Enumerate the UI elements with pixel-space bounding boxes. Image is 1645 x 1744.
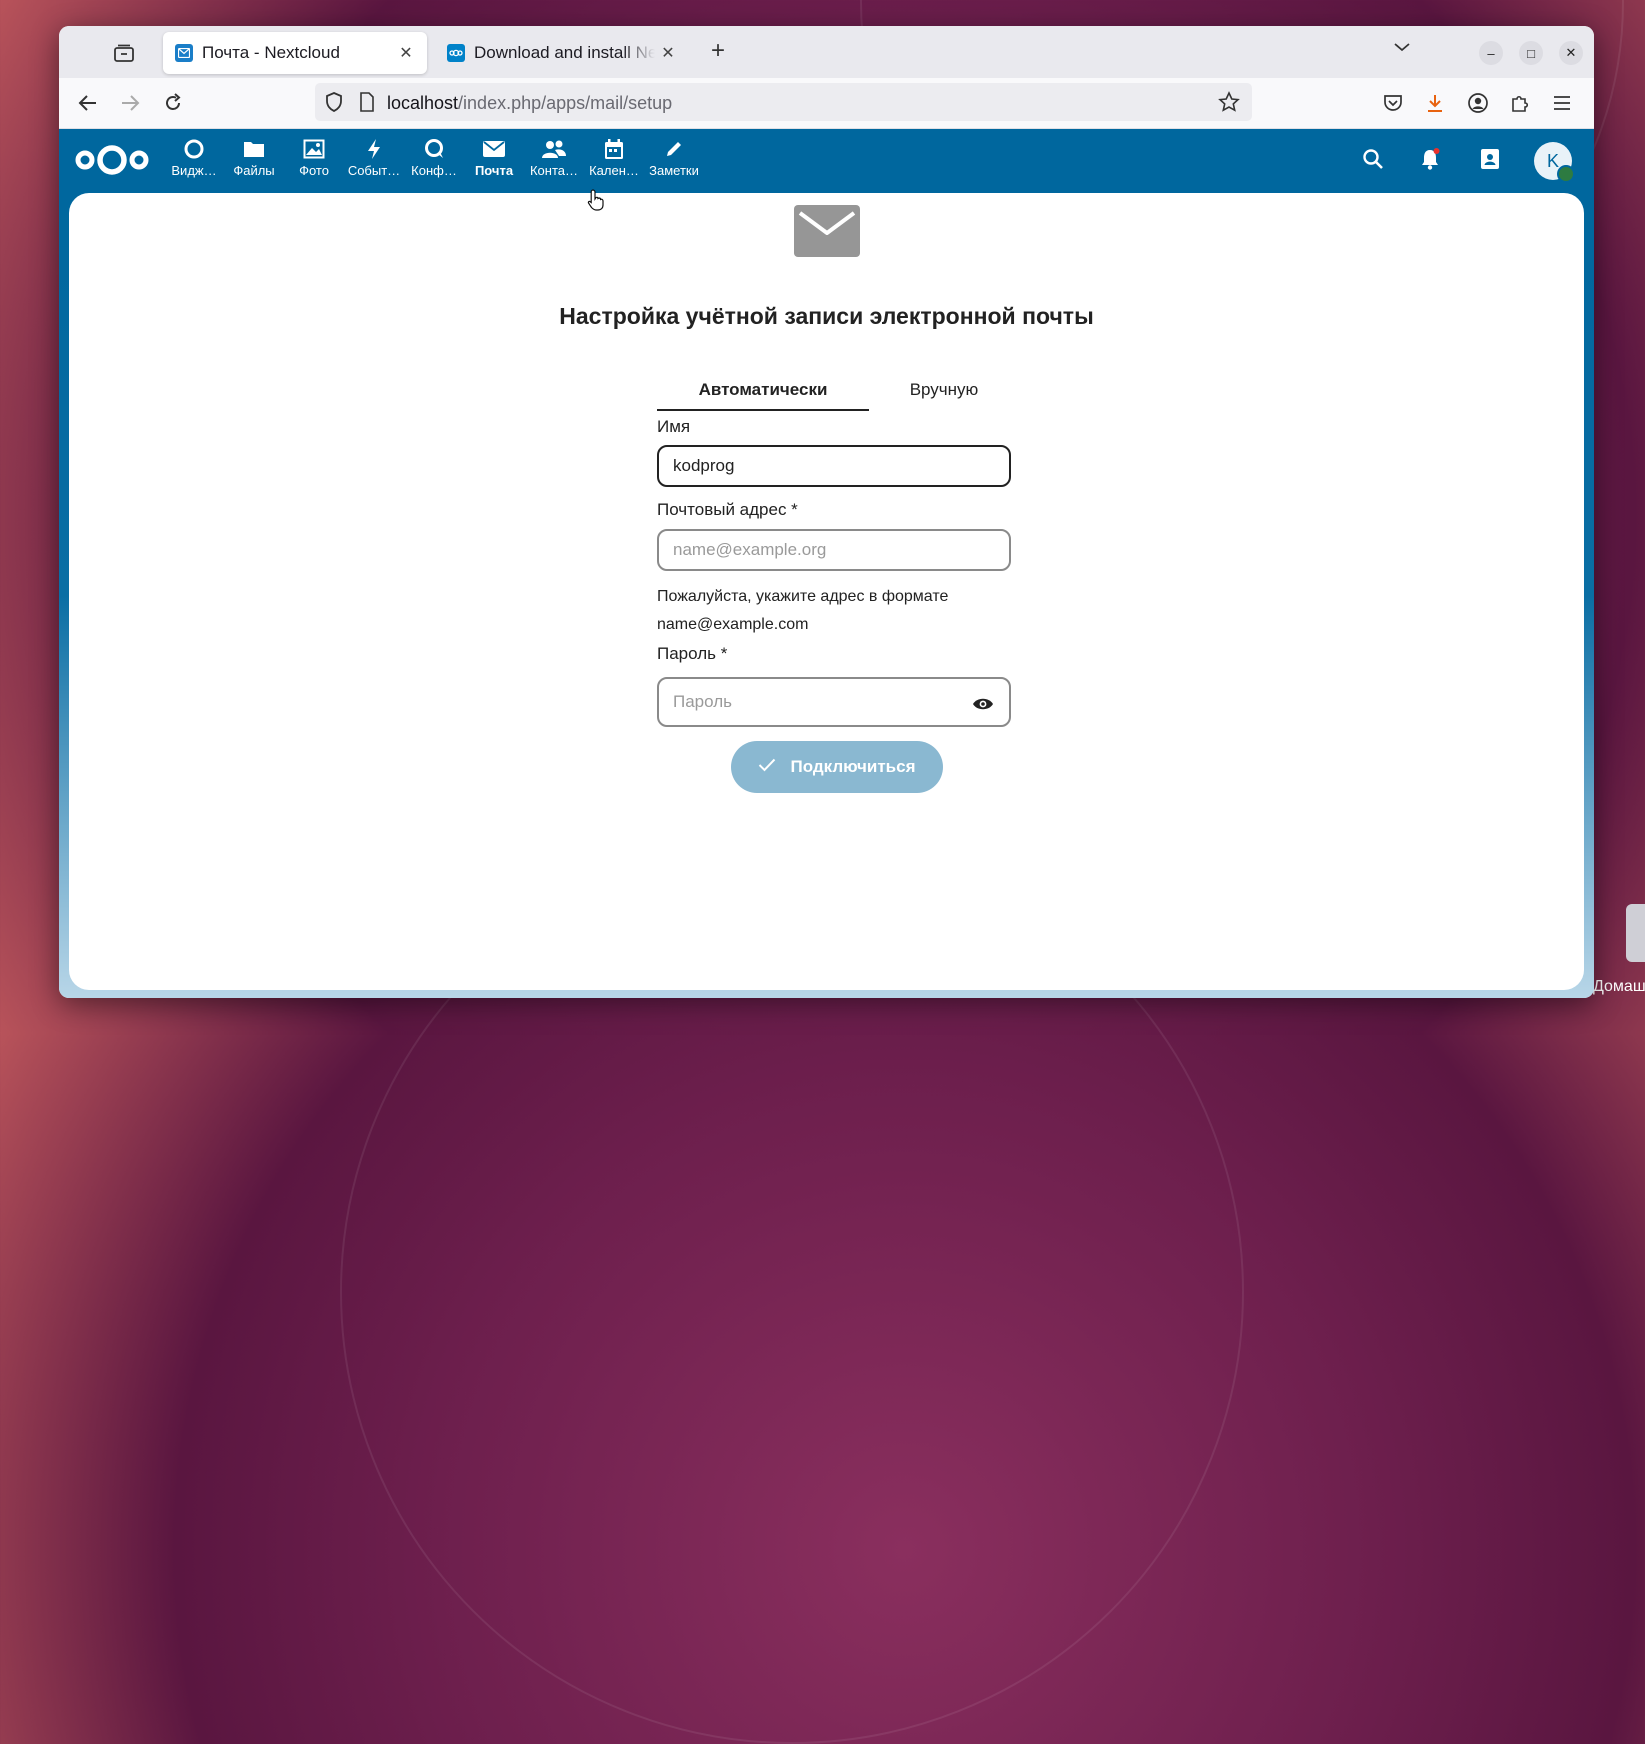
- desktop-home-label[interactable]: Домаш: [1593, 978, 1645, 996]
- name-field[interactable]: [657, 445, 1011, 487]
- mail-setup-panel: Настройка учётной записи электронной поч…: [69, 193, 1584, 990]
- maximize-icon[interactable]: □: [1519, 41, 1543, 65]
- nextcloud-logo-icon[interactable]: [75, 143, 149, 182]
- back-arrow-icon[interactable]: [75, 90, 101, 116]
- account-icon[interactable]: [1465, 90, 1491, 116]
- show-password-eye-icon[interactable]: [971, 692, 995, 716]
- dashboard-icon: [165, 137, 223, 161]
- image-icon: [285, 137, 343, 161]
- app-label: Файлы: [233, 163, 275, 178]
- app-label: Почта: [474, 163, 514, 178]
- name-label: Имя: [657, 417, 691, 436]
- download-icon[interactable]: [1422, 90, 1448, 116]
- search-icon[interactable]: [1359, 145, 1387, 173]
- nextcloud-favicon-icon: [447, 44, 465, 62]
- pocket-icon[interactable]: [1380, 90, 1406, 116]
- app-activity[interactable]: Событ…: [345, 137, 403, 178]
- app-label: Кален…: [589, 163, 639, 178]
- hand-pointer-cursor-icon: [587, 189, 605, 216]
- app-label: Конф…: [411, 163, 457, 178]
- user-avatar[interactable]: K: [1534, 142, 1575, 183]
- shield-icon[interactable]: [325, 92, 343, 117]
- url-bar[interactable]: localhost/index.php/apps/mail/setup: [315, 83, 1252, 121]
- url-text: localhost/index.php/apps/mail/setup: [387, 93, 672, 114]
- email-label: Почтовый адрес *: [657, 500, 798, 519]
- app-talk[interactable]: Конф…: [405, 137, 463, 178]
- new-tab-plus-icon[interactable]: +: [711, 39, 725, 63]
- app-label: Событ…: [347, 163, 401, 178]
- setup-mode-tabs: Автоматически Вручную: [657, 375, 1017, 411]
- url-path: /index.php/apps/mail/setup: [458, 93, 673, 113]
- tab-bar: Почта - Nextcloud ✕ Download and install…: [59, 26, 1594, 78]
- connect-button[interactable]: Подключиться: [731, 741, 943, 793]
- url-host: localhost: [387, 93, 459, 113]
- password-label: Пароль *: [657, 644, 728, 663]
- setup-title: Настройка учётной записи электронной поч…: [559, 303, 1094, 329]
- calendar-icon: [585, 137, 643, 161]
- avatar-initial: K: [1546, 150, 1559, 171]
- app-photos[interactable]: Фото: [285, 137, 343, 178]
- tab-title: Download and install Nextcloud: [474, 43, 655, 62]
- app-mail[interactable]: Почта: [465, 137, 523, 178]
- tab-title: Почта - Nextcloud: [202, 43, 340, 62]
- menu-hamburger-icon[interactable]: [1549, 90, 1575, 116]
- tab-download-nextcloud[interactable]: Download and install Nextcloud ✕: [435, 32, 689, 74]
- password-field[interactable]: [657, 677, 1011, 727]
- app-label: Конта…: [529, 163, 579, 178]
- connect-label: Подключиться: [790, 757, 916, 776]
- app-notes[interactable]: Заметки: [645, 137, 703, 178]
- app-label: Заметки: [649, 163, 699, 178]
- tab-automatic[interactable]: Автоматически: [657, 375, 869, 411]
- tab-close-icon[interactable]: ✕: [655, 43, 681, 63]
- tab-manual[interactable]: Вручную: [869, 375, 1019, 409]
- notifications-bell-icon[interactable]: [1416, 145, 1444, 173]
- email-field[interactable]: [657, 529, 1011, 571]
- app-dashboard[interactable]: Видж…: [165, 137, 223, 178]
- pencil-icon: [645, 137, 703, 161]
- tab-manager-icon[interactable]: [111, 40, 137, 66]
- activity-icon: [345, 137, 403, 161]
- navigation-toolbar: localhost/index.php/apps/mail/setup: [59, 78, 1594, 129]
- page-icon[interactable]: [359, 92, 375, 117]
- list-all-tabs-chevron-icon[interactable]: [1393, 40, 1411, 58]
- app-files[interactable]: Файлы: [225, 137, 283, 178]
- app-contacts[interactable]: Конта…: [525, 137, 583, 178]
- tab-mail-nextcloud[interactable]: Почта - Nextcloud ✕: [163, 32, 427, 74]
- reload-icon[interactable]: [160, 90, 186, 116]
- mail-icon: [465, 137, 523, 161]
- nextcloud-header: Видж… Файлы Фото Событ… Конф… Почта Конт…: [59, 129, 1594, 193]
- contacts-menu-icon[interactable]: [1476, 145, 1504, 173]
- email-hint-line1: Пожалуйста, укажите адрес в формате: [657, 588, 949, 605]
- app-label: Фото: [299, 163, 329, 178]
- forward-arrow-icon[interactable]: [117, 90, 143, 116]
- online-status-indicator: [1557, 165, 1575, 183]
- folder-icon: [225, 137, 283, 161]
- email-hint-line2: name@example.com: [657, 616, 809, 633]
- contacts-icon: [525, 137, 583, 161]
- mail-envelope-icon: [794, 205, 860, 257]
- desktop-home-icon[interactable]: [1626, 904, 1645, 962]
- bookmark-star-icon[interactable]: [1218, 91, 1240, 118]
- content-frame: Настройка учётной записи электронной поч…: [59, 193, 1594, 998]
- app-calendar[interactable]: Кален…: [585, 137, 643, 178]
- app-label: Видж…: [171, 163, 217, 178]
- talk-icon: [405, 137, 463, 161]
- checkmark-icon: [758, 757, 776, 777]
- browser-window: Почта - Nextcloud ✕ Download and install…: [59, 26, 1594, 998]
- window-close-icon[interactable]: ✕: [1559, 41, 1583, 65]
- extensions-puzzle-icon[interactable]: [1507, 90, 1533, 116]
- tab-close-icon[interactable]: ✕: [393, 43, 419, 63]
- mail-favicon-icon: [175, 44, 193, 62]
- minimize-icon[interactable]: –: [1479, 41, 1503, 65]
